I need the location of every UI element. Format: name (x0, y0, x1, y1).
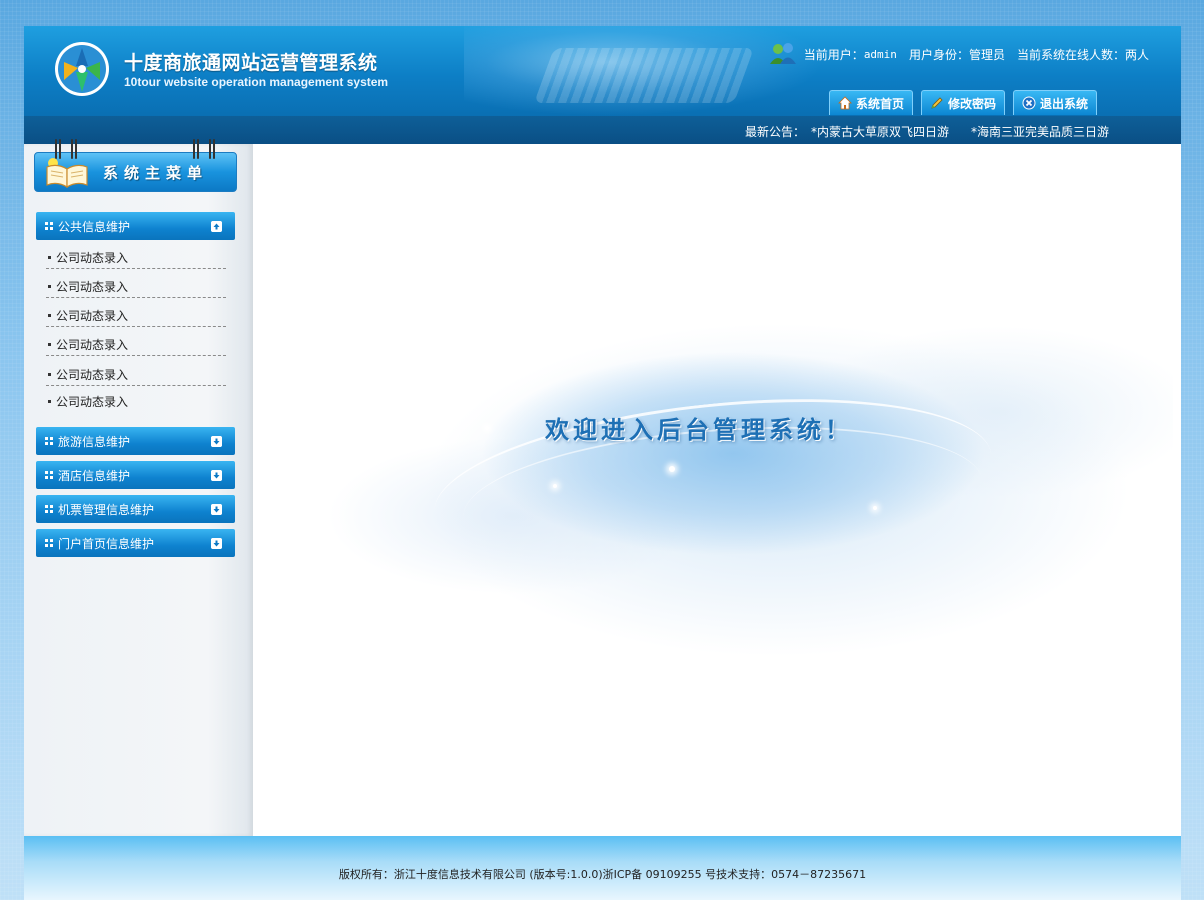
book-icon (46, 158, 88, 189)
bullet-icon (48, 399, 51, 403)
submenu-item-label: 公司动态录入 (56, 368, 129, 382)
notice-item[interactable]: *海南三亚完美品质三日游 (971, 123, 1109, 140)
section-label: 旅游信息维护 (58, 434, 131, 449)
grid-icon (45, 505, 53, 513)
sparkle (553, 484, 557, 488)
grid-icon (45, 222, 53, 230)
online-label: 当前系统在线人数： (1016, 47, 1125, 62)
home-button-label: 系统首页 (855, 96, 904, 111)
logout-label: 退出系统 (1039, 96, 1088, 111)
header: 十度商旅通网站运营管理系统 10tour website operation m… (24, 26, 1181, 116)
submenu-item-company-news[interactable]: 公司动态录入 (46, 334, 226, 356)
collapse-up-icon[interactable] (211, 220, 222, 232)
main-content: 欢迎进入后台管理系统！ (253, 144, 1181, 836)
top-nav-buttons: 系统首页 修改密码 退出系统 (828, 90, 1097, 115)
welcome-message: 欢迎进入后台管理系统！ (545, 415, 853, 444)
change-password-label: 修改密码 (947, 96, 996, 111)
home-icon (837, 96, 852, 110)
grid-icon (45, 437, 53, 445)
home-button[interactable]: 系统首页 (828, 90, 913, 115)
submenu-item-company-news[interactable]: 公司动态录入 (46, 276, 226, 298)
sparkle (669, 466, 675, 472)
menu-section-portal-info[interactable]: 门户首页信息维护 (36, 529, 235, 557)
logo-icon (55, 42, 109, 96)
expand-down-icon[interactable] (211, 503, 222, 515)
users-icon (769, 43, 796, 64)
submenu-item-label: 公司动态录入 (56, 394, 129, 409)
footer: 版权所有：浙江十度信息技术有限公司 (版本号:1.0.0)浙ICP备 09109… (24, 836, 1181, 900)
menu-section-public-info[interactable]: 公共信息维护 (36, 212, 235, 240)
section-label: 门户首页信息维护 (58, 536, 155, 551)
bullet-icon (48, 285, 51, 288)
logout-button[interactable]: 退出系统 (1012, 90, 1097, 115)
role-value: 管理员 (968, 47, 1005, 62)
bullet-icon (48, 343, 51, 346)
change-password-button[interactable]: 修改密码 (920, 90, 1005, 115)
submenu-item-company-news[interactable]: 公司动态录入 (46, 364, 226, 386)
submenu-item-company-news[interactable]: 公司动态录入 (46, 247, 226, 269)
sidebar: 系统主菜单 公共信息维护 公司动态录入 公司动态录入 公司动态录入 公司动态录入… (24, 139, 253, 836)
binder-ring-icon (209, 139, 215, 159)
expand-down-icon[interactable] (211, 435, 222, 447)
close-icon (1022, 96, 1036, 110)
notice-item[interactable]: *内蒙古大草原双飞四日游 (811, 123, 949, 140)
sparkle (485, 426, 489, 430)
pencil-icon (931, 97, 943, 109)
binder-ring-icon (193, 139, 199, 159)
app-frame: 十度商旅通网站运营管理系统 10tour website operation m… (24, 26, 1181, 900)
section-label: 机票管理信息维护 (58, 502, 155, 517)
menu-section-ticket-info[interactable]: 机票管理信息维护 (36, 495, 235, 523)
system-title: 十度商旅通网站运营管理系统 (124, 52, 378, 74)
bullet-icon (48, 256, 51, 259)
sparkle (575, 340, 579, 344)
grid-icon (45, 471, 53, 479)
main-menu-title: 系统主菜单 (103, 164, 209, 182)
submenu-item-label: 公司动态录入 (56, 280, 129, 294)
role-label: 用户身份： (908, 47, 969, 62)
copyright-text: 版权所有：浙江十度信息技术有限公司 (版本号:1.0.0)浙ICP备 09109… (338, 868, 867, 881)
bullet-icon (48, 314, 51, 317)
expand-down-icon[interactable] (211, 537, 222, 549)
system-subtitle: 10tour website operation management syst… (124, 75, 389, 89)
current-user-name: admin (863, 47, 897, 61)
header-keyboard-graphic (533, 48, 755, 103)
grid-icon (45, 539, 53, 547)
current-user-label: 当前用户： (803, 47, 864, 62)
menu-section-travel-info[interactable]: 旅游信息维护 (36, 427, 235, 455)
expand-down-icon[interactable] (211, 469, 222, 481)
menu-section-hotel-info[interactable]: 酒店信息维护 (36, 461, 235, 489)
submenu-item-label: 公司动态录入 (56, 309, 129, 323)
submenu-item-label: 公司动态录入 (56, 338, 129, 352)
sparkle (873, 506, 877, 510)
notice-label: 最新公告： (744, 125, 805, 139)
section-label: 公共信息维护 (58, 219, 131, 234)
submenu-item-company-news[interactable]: 公司动态录入 (46, 390, 226, 412)
online-count: 两人 (1124, 47, 1149, 62)
user-info-bar: 当前用户： admin 用户身份： 管理员 当前系统在线人数： 两人 (768, 40, 1149, 68)
submenu-item-company-news[interactable]: 公司动态录入 (46, 305, 226, 327)
submenu-item-label: 公司动态录入 (56, 251, 129, 265)
main-menu-header: 系统主菜单 (34, 139, 237, 192)
section-label: 酒店信息维护 (58, 468, 131, 483)
bullet-icon (48, 373, 51, 376)
